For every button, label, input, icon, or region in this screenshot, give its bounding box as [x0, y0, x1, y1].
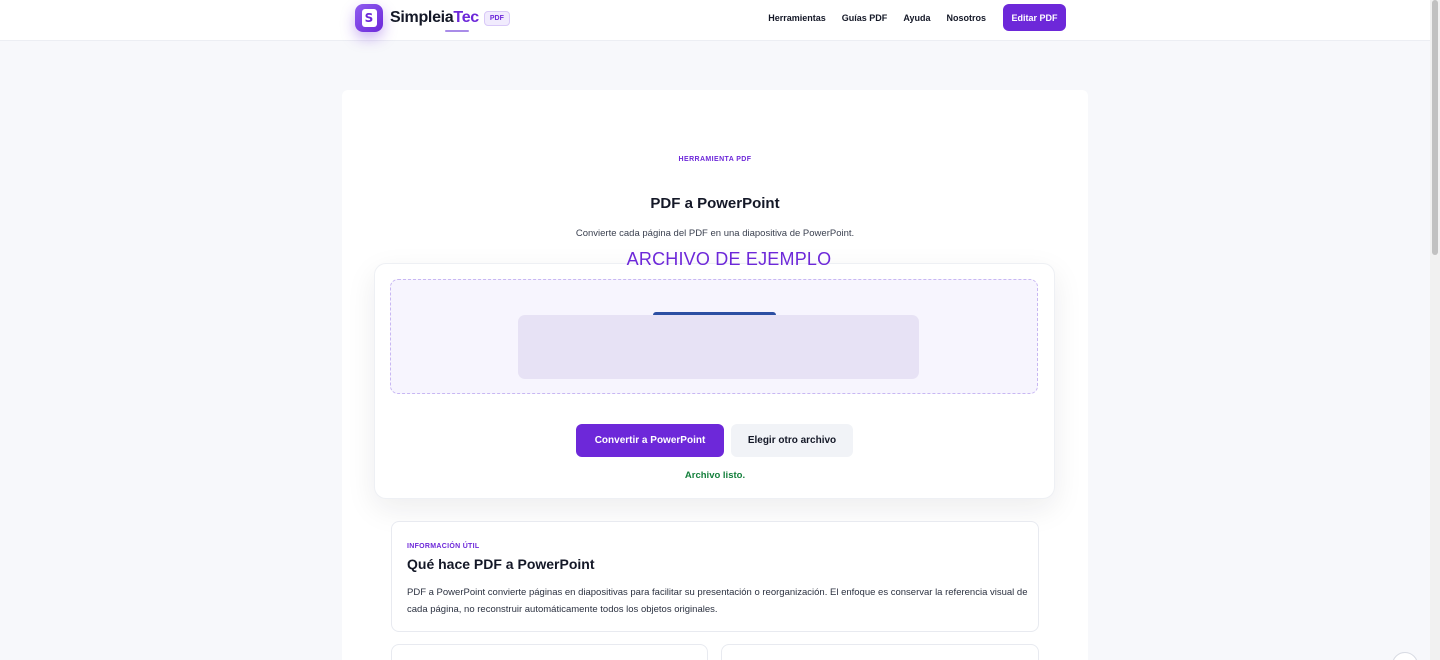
page-title: PDF a PowerPoint	[650, 195, 780, 212]
nav-link-ayuda[interactable]: Ayuda	[903, 13, 930, 23]
brand-underline	[445, 30, 469, 32]
file-preview	[518, 315, 919, 379]
scrollbar-thumb[interactable]	[1432, 0, 1438, 255]
brand-badge: PDF	[483, 10, 510, 26]
secondary-card-right	[721, 644, 1039, 660]
nav-link-nosotros[interactable]: Nosotros	[946, 13, 986, 23]
choose-another-file-button[interactable]: Elegir otro archivo	[731, 424, 853, 457]
file-status-message: Archivo listo.	[684, 470, 746, 481]
document-s-logo-icon: S	[355, 4, 383, 32]
secondary-card-left	[391, 644, 708, 660]
info-card: INFORMACIÓN ÚTIL Qué hace PDF a PowerPoi…	[391, 521, 1039, 632]
convert-to-powerpoint-button[interactable]: Convertir a PowerPoint	[576, 424, 724, 457]
nav-link-guias-pdf[interactable]: Guías PDF	[842, 13, 888, 23]
top-navbar: S SimpleiaTec PDF Herramientas Guías PDF…	[0, 0, 1430, 41]
info-body: PDF a PowerPoint convierte páginas en di…	[407, 587, 1028, 615]
brand-name-part1: Simpleia	[390, 9, 454, 26]
logo-letter: S	[361, 9, 377, 27]
nav-link-herramientas[interactable]: Herramientas	[768, 13, 826, 23]
brand-home-link[interactable]: S SimpleiaTec PDF	[355, 3, 510, 33]
tool-eyebrow: HERRAMIENTA PDF	[678, 156, 752, 163]
info-eyebrow: INFORMACIÓN ÚTIL	[407, 543, 480, 550]
brand-name: SimpleiaTec	[390, 9, 479, 32]
edit-pdf-button[interactable]: Editar PDF	[1003, 4, 1066, 31]
info-title: Qué hace PDF a PowerPoint	[407, 556, 595, 572]
brand-name-part2: Tec	[453, 9, 479, 26]
sample-file-label: ARCHIVO DE EJEMPLO	[626, 249, 832, 269]
page-subtitle: Convierte cada página del PDF en una dia…	[575, 228, 855, 239]
floating-action-button[interactable]	[1392, 652, 1418, 660]
main-nav: Herramientas Guías PDF Ayuda Nosotros Ed…	[752, 4, 1066, 31]
page-scrollbar[interactable]	[1430, 0, 1440, 660]
